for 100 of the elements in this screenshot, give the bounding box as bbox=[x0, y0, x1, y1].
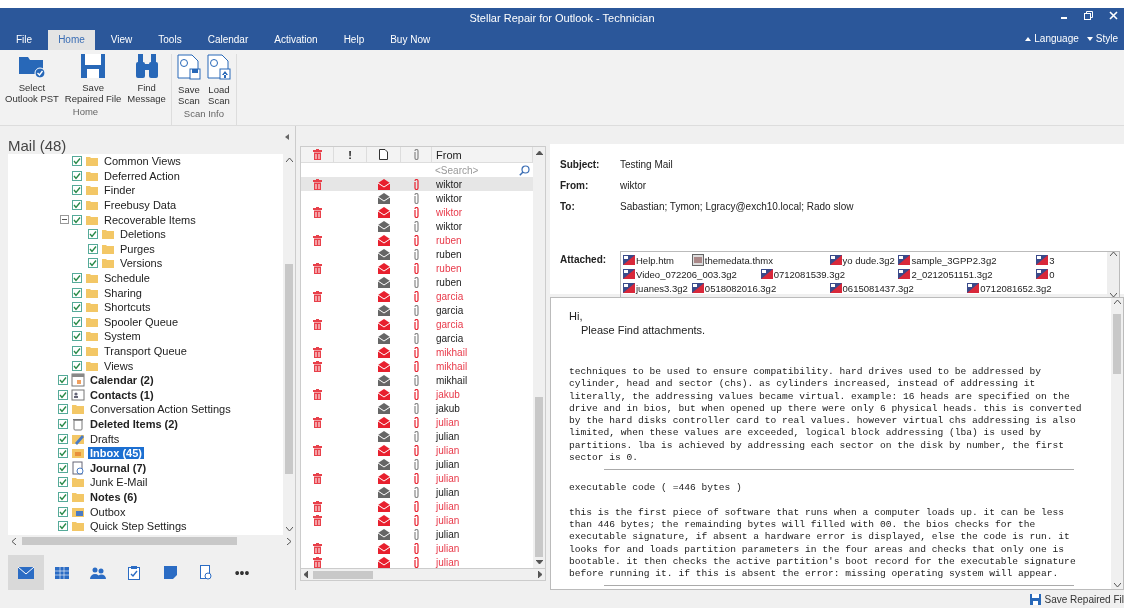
attachment[interactable]: 3 bbox=[1036, 253, 1105, 267]
scroll-right-arrow-icon[interactable] bbox=[538, 571, 542, 578]
folder-label[interactable]: Journal (7) bbox=[88, 461, 149, 474]
message-row[interactable]: mikhail bbox=[301, 359, 533, 373]
more-button[interactable]: ••• bbox=[224, 555, 260, 590]
scroll-thumb[interactable] bbox=[1113, 314, 1121, 374]
nav-button[interactable] bbox=[8, 555, 44, 590]
message-row[interactable]: julian bbox=[301, 541, 533, 555]
ribbon-tab[interactable]: Buy Now bbox=[380, 30, 441, 50]
folder-label[interactable]: System bbox=[102, 330, 143, 343]
message-row[interactable]: mikhail bbox=[301, 373, 533, 387]
folder-label[interactable]: Schedule bbox=[102, 272, 152, 285]
menu-option[interactable]: Language bbox=[1034, 33, 1079, 44]
scroll-left-arrow-icon[interactable] bbox=[304, 571, 308, 578]
message-row[interactable]: julian bbox=[301, 443, 533, 457]
checkbox[interactable] bbox=[58, 462, 68, 473]
message-row[interactable]: julian bbox=[301, 429, 533, 443]
message-row[interactable]: julian bbox=[301, 471, 533, 485]
search-icon[interactable] bbox=[519, 164, 530, 176]
checkbox[interactable] bbox=[72, 156, 82, 167]
folder-label[interactable]: Common Views bbox=[102, 155, 183, 168]
ribbon-tab[interactable]: Home bbox=[48, 30, 95, 50]
checkbox[interactable] bbox=[72, 302, 82, 313]
message-row[interactable]: ruben bbox=[301, 275, 533, 289]
search-input[interactable]: <Search> bbox=[435, 164, 495, 176]
attachment[interactable]: 0712081652.3g2 bbox=[967, 281, 1105, 295]
message-row[interactable]: garcia bbox=[301, 289, 533, 303]
checkbox[interactable] bbox=[58, 389, 68, 400]
message-row[interactable]: jakub bbox=[301, 401, 533, 415]
message-row[interactable]: ruben bbox=[301, 233, 533, 247]
message-row[interactable]: wiktor bbox=[301, 205, 533, 219]
attachment[interactable]: 0518082016.3g2 bbox=[691, 281, 830, 295]
message-row[interactable]: wiktor bbox=[301, 177, 533, 191]
checkbox[interactable] bbox=[58, 477, 68, 488]
folder-label[interactable]: Outbox bbox=[88, 505, 128, 518]
message-row[interactable]: julian bbox=[301, 555, 533, 568]
attachment[interactable]: 0615081437.3g2 bbox=[829, 281, 968, 295]
checkbox[interactable] bbox=[72, 185, 82, 196]
collapse-icon[interactable] bbox=[60, 215, 69, 225]
scroll-thumb[interactable] bbox=[535, 397, 543, 557]
message-row[interactable]: jakub bbox=[301, 387, 533, 401]
checkbox[interactable] bbox=[88, 229, 98, 240]
message-row[interactable]: garcia bbox=[301, 331, 533, 345]
checkbox[interactable] bbox=[72, 360, 82, 371]
ribbon-tab[interactable]: File bbox=[6, 30, 43, 50]
scrollbar[interactable] bbox=[300, 569, 546, 581]
ribbon-button[interactable]: Find Message bbox=[126, 54, 167, 104]
message-row[interactable]: ruben bbox=[301, 247, 533, 261]
attachment[interactable]: 2_0212051151.3g2 bbox=[898, 267, 1037, 281]
folder-label[interactable]: Calendar (2) bbox=[88, 374, 156, 387]
menu-option[interactable]: Style bbox=[1095, 33, 1118, 44]
message-row[interactable]: julian bbox=[301, 485, 533, 499]
attachment[interactable]: sample_3GPP2.3g2 bbox=[898, 253, 1037, 267]
attachment[interactable]: 0 bbox=[1036, 267, 1105, 281]
ribbon-tab[interactable]: Tools bbox=[148, 30, 192, 50]
attachment[interactable]: Help.htm bbox=[623, 253, 692, 267]
ribbon-tab[interactable]: View bbox=[100, 30, 143, 50]
folder-label[interactable]: Deleted Items (2) bbox=[88, 418, 181, 430]
scrollbar[interactable] bbox=[1107, 252, 1119, 297]
checkbox[interactable] bbox=[88, 258, 98, 269]
checkbox[interactable] bbox=[58, 375, 68, 386]
folder-label[interactable]: Notes (6) bbox=[88, 490, 140, 503]
checkbox[interactable] bbox=[58, 448, 68, 459]
checkbox[interactable] bbox=[58, 491, 68, 502]
message-row[interactable]: julian bbox=[301, 527, 533, 541]
checkbox[interactable] bbox=[58, 404, 68, 415]
folder-label[interactable]: Purges bbox=[118, 242, 157, 255]
folder-label[interactable]: Views bbox=[102, 359, 136, 372]
collapse-arrow-icon[interactable] bbox=[285, 134, 289, 140]
folder-label[interactable]: Inbox (45) bbox=[88, 447, 144, 460]
checkbox[interactable] bbox=[58, 433, 68, 444]
message-row[interactable]: julian bbox=[301, 457, 533, 471]
checkbox[interactable] bbox=[88, 243, 98, 254]
close-icon[interactable] bbox=[1109, 11, 1118, 20]
checkbox[interactable] bbox=[72, 214, 82, 225]
folder-label[interactable]: Conversation Action Settings bbox=[88, 403, 233, 416]
scrollbar[interactable] bbox=[533, 147, 545, 568]
importance-header[interactable]: ! bbox=[334, 147, 367, 162]
scroll-down-arrow-icon[interactable] bbox=[535, 560, 543, 564]
checkbox[interactable] bbox=[72, 170, 82, 181]
checkbox[interactable] bbox=[58, 521, 68, 532]
folder-label[interactable]: Recoverable Items bbox=[102, 213, 198, 226]
checkbox[interactable] bbox=[72, 346, 82, 356]
message-row[interactable]: ruben bbox=[301, 261, 533, 275]
folder-label[interactable]: Drafts bbox=[88, 432, 122, 445]
folder-label[interactable]: Quick Step Settings bbox=[88, 520, 189, 533]
checkbox[interactable] bbox=[58, 506, 68, 517]
scroll-up-arrow-icon[interactable] bbox=[535, 151, 543, 155]
caret-up-icon[interactable] bbox=[1025, 36, 1032, 41]
checkbox[interactable] bbox=[72, 331, 82, 342]
folder-label[interactable]: Freebusy Data bbox=[102, 199, 179, 212]
attachment[interactable]: juanes3.3g2 bbox=[623, 281, 692, 295]
checkbox[interactable] bbox=[72, 287, 82, 298]
scroll-thumb[interactable] bbox=[285, 264, 293, 474]
message-row[interactable]: wiktor bbox=[301, 191, 533, 205]
checkbox[interactable] bbox=[72, 273, 82, 284]
message-row[interactable]: garcia bbox=[301, 317, 533, 331]
ribbon-button[interactable]: Save Scan bbox=[175, 54, 202, 106]
ribbon-tab[interactable]: Calendar bbox=[197, 30, 259, 50]
folder-label[interactable]: Contacts (1) bbox=[88, 388, 156, 401]
